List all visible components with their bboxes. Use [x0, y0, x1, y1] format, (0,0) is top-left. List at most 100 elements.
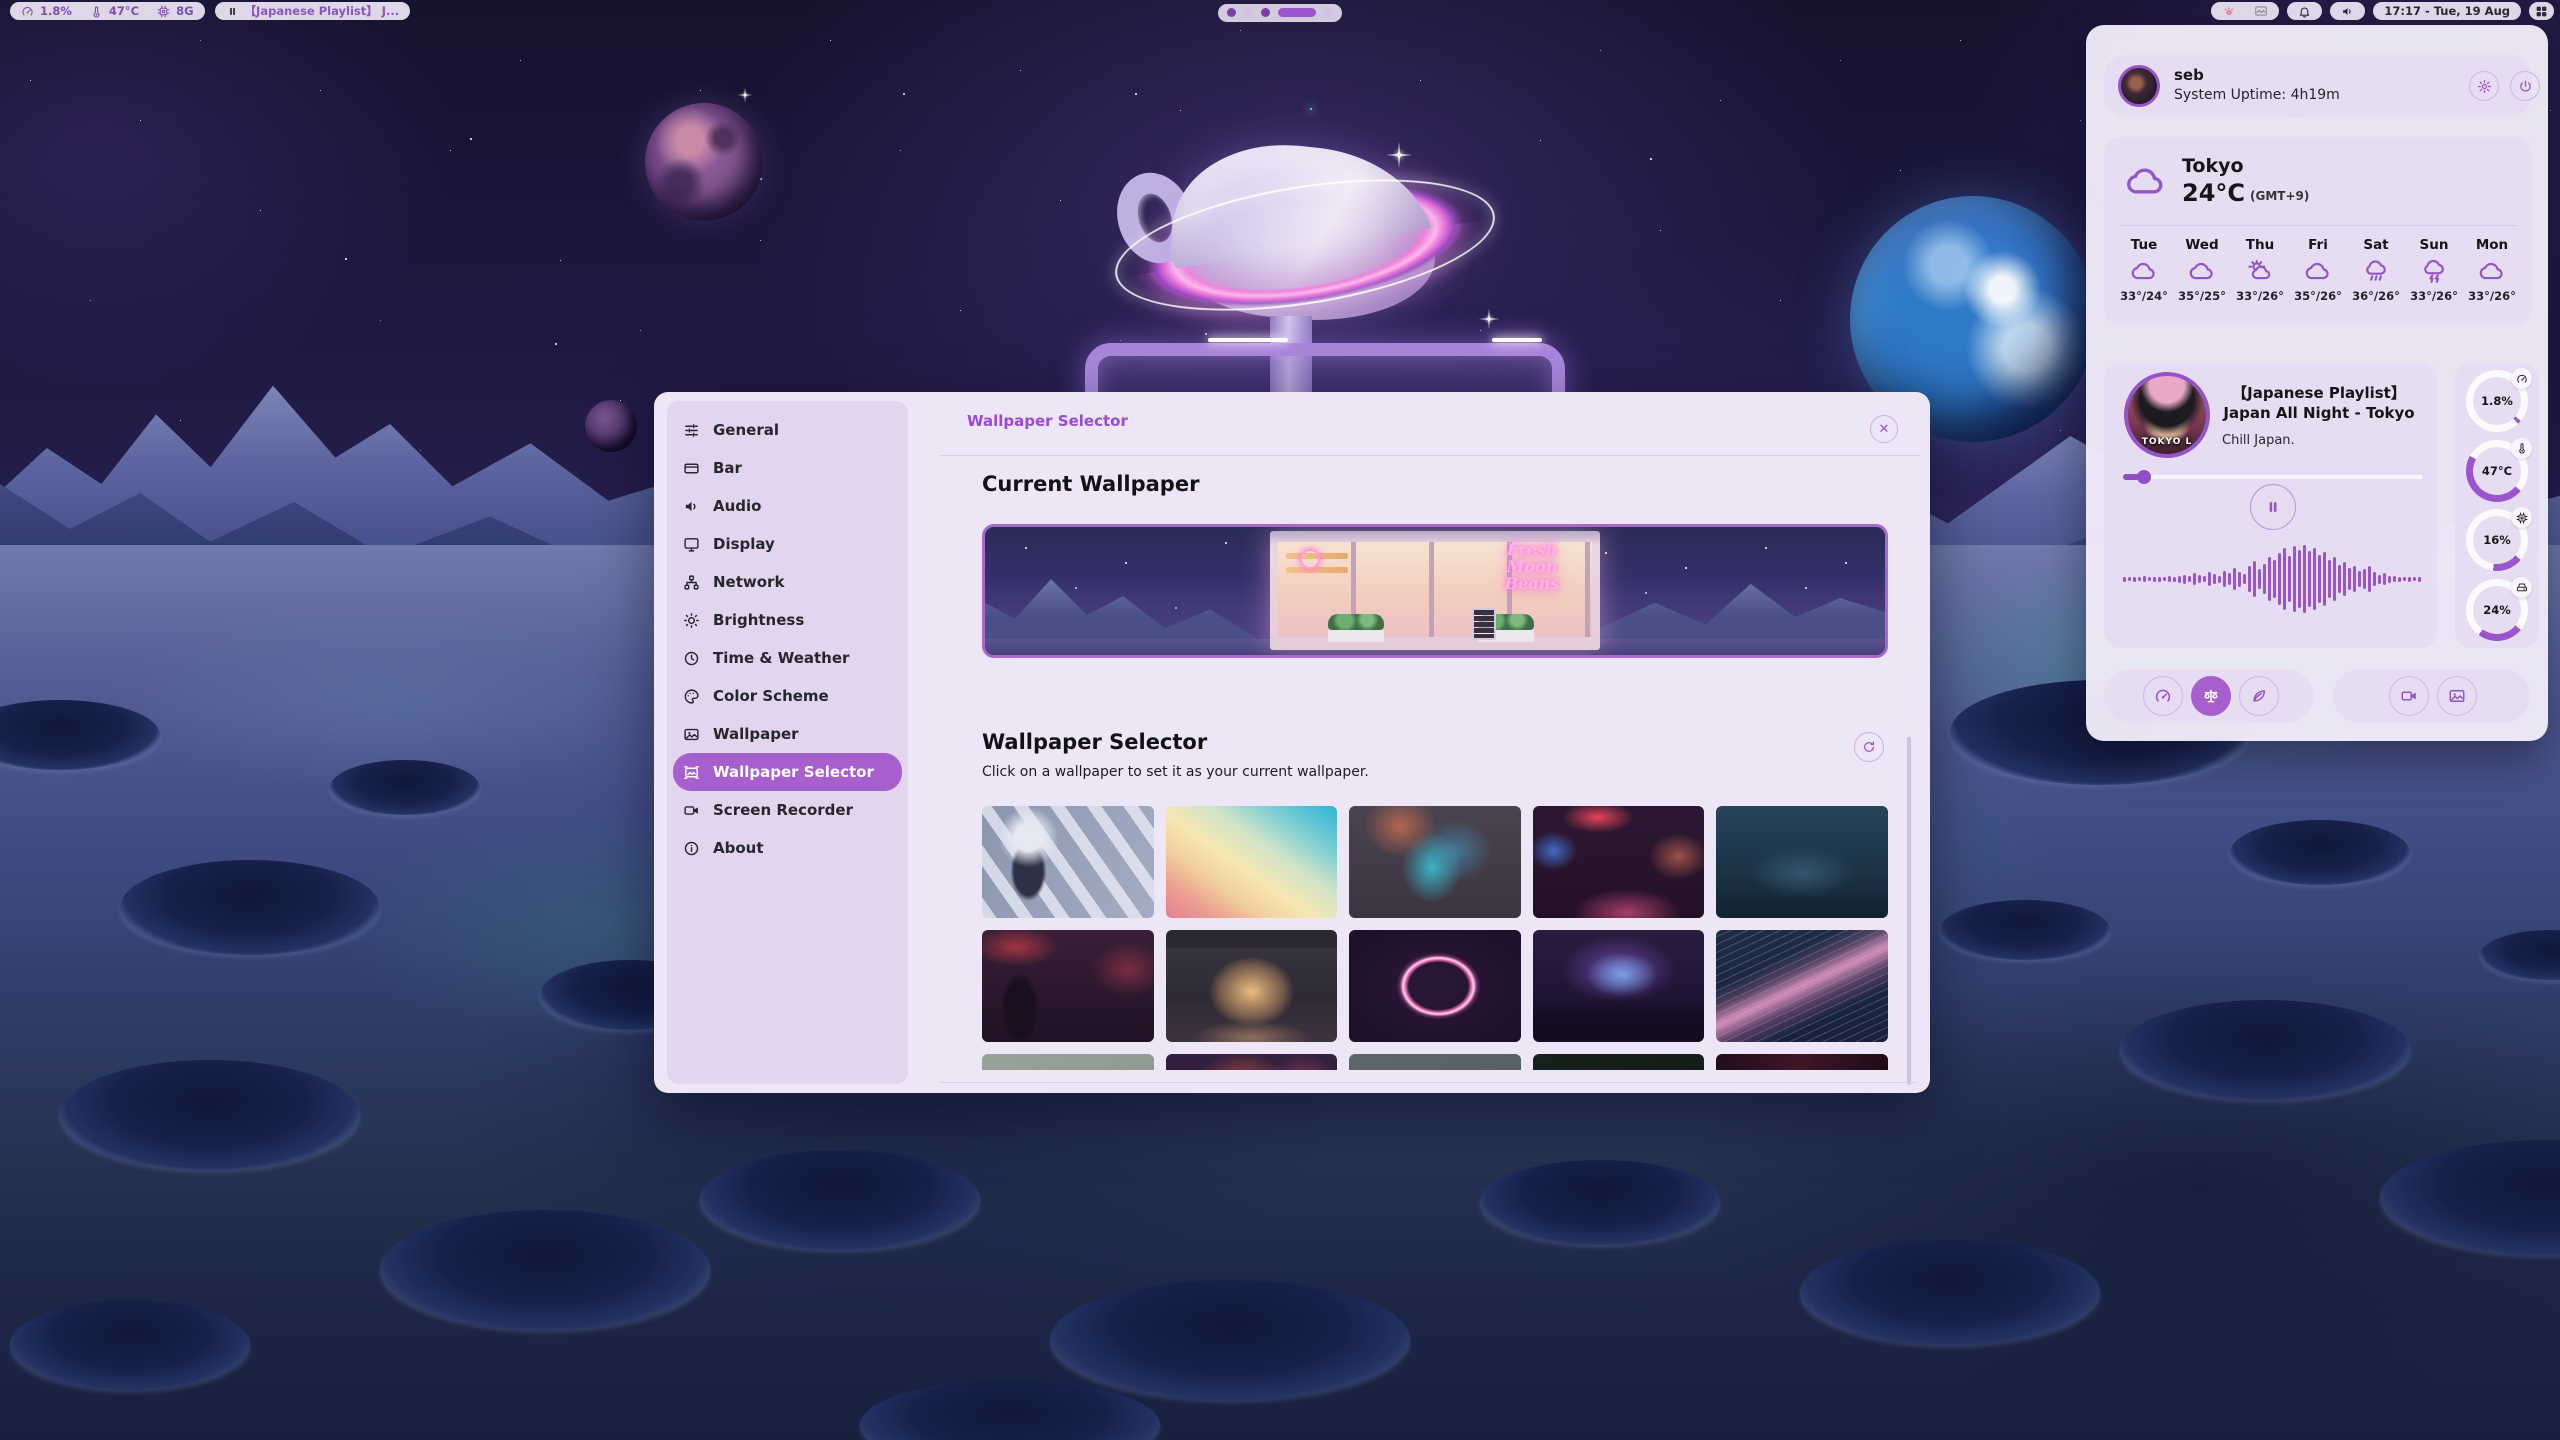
dashboard-panel: seb System Uptime: 4h19m Tokyo 24°C (GMT…: [2086, 25, 2548, 741]
system-uptime: System Uptime: 4h19m: [2174, 87, 2340, 103]
wallpaper-thumb-grey-minimal[interactable]: [1349, 1054, 1521, 1070]
sidebar-item-brightness[interactable]: Brightness: [673, 601, 902, 639]
wallpaper-thumb-snowy-village[interactable]: [1716, 806, 1888, 918]
sidebar-item-color-scheme[interactable]: Color Scheme: [673, 677, 902, 715]
visualizer-bar: [2228, 573, 2231, 585]
visualizer-bar: [2213, 574, 2216, 584]
system-stats-pill[interactable]: 1.8% 47°C 8G: [10, 2, 205, 20]
close-button[interactable]: ✕: [1870, 415, 1898, 443]
visualizer-bar: [2288, 556, 2291, 602]
system-stats-card: 1.8%47°C16%24%: [2455, 363, 2539, 648]
current-wallpaper-preview: Fresh Moon Beans: [982, 524, 1888, 658]
forecast-wed: Wed35°/25°: [2176, 237, 2228, 315]
visualizer-bar: [2323, 552, 2326, 606]
visualizer-bar: [2318, 555, 2321, 603]
sidebar-item-about[interactable]: About: [673, 829, 902, 867]
gauge-tool-button[interactable]: [2143, 676, 2183, 716]
screenshot-button[interactable]: [2437, 676, 2477, 716]
leaf-icon: [2250, 687, 2268, 705]
preview-neon-emblem: [1300, 549, 1320, 569]
visualizer-bar: [2363, 569, 2366, 589]
sidebar-item-display[interactable]: Display: [673, 525, 902, 563]
media-subtitle: Chill Japan.: [2222, 433, 2295, 448]
bar-icon: [683, 460, 700, 477]
leaf-tool-button[interactable]: [2239, 676, 2279, 716]
sidebar-item-audio[interactable]: Audio: [673, 487, 902, 525]
scales-icon: [2202, 687, 2220, 705]
weather-timezone: (GMT+9): [2250, 189, 2309, 203]
desktop: 1.8% 47°C 8G 【Japanese Playlist】 J...: [0, 0, 2560, 1440]
volume-pill[interactable]: [2330, 2, 2365, 20]
workspace-occupied[interactable]: [1261, 8, 1270, 17]
wallpaper-thumb-pastel-gradient[interactable]: [1166, 806, 1338, 918]
sidebar-item-general[interactable]: General: [673, 411, 902, 449]
sidebar-item-network[interactable]: Network: [673, 563, 902, 601]
wallpaper-thumb-sage-field[interactable]: [982, 1054, 1154, 1070]
power-button[interactable]: [2510, 71, 2540, 101]
visualizer-bar: [2238, 572, 2241, 587]
forecast-sun: Sun33°/26°: [2408, 237, 2460, 315]
scrollbar[interactable]: [1907, 737, 1911, 1085]
workspace-empty[interactable]: [1324, 8, 1333, 17]
refresh-button[interactable]: [1854, 732, 1884, 762]
wallpaper-thumb-maroon-haze[interactable]: [1716, 1054, 1888, 1070]
system-tray-pill[interactable]: [2211, 2, 2279, 20]
wallpaper-thumb-nebula-forest[interactable]: [1533, 930, 1705, 1042]
weather-city: Tokyo: [2182, 155, 2244, 177]
crater: [60, 1060, 360, 1170]
media-pill[interactable]: 【Japanese Playlist】 J...: [215, 2, 411, 20]
wallpaper-thumb-wire-mesh[interactable]: [1716, 930, 1888, 1042]
audio-visualizer: [2123, 518, 2423, 640]
stat-ring-16: 16%: [2466, 509, 2528, 571]
tray-app-icon[interactable]: [2222, 4, 2236, 18]
wallpaper-thumb-autumn-grove[interactable]: [1166, 1054, 1338, 1070]
wallpaper-thumb-teal-blur[interactable]: [1349, 806, 1521, 918]
clock-pill[interactable]: 17:17 - Tue, 19 Aug: [2373, 2, 2521, 20]
tray-image-icon[interactable]: [2254, 4, 2268, 18]
dashboard-launcher[interactable]: [2529, 2, 2554, 20]
sidebar-item-bar[interactable]: Bar: [673, 449, 902, 487]
wallpaper-thumb-anime-street[interactable]: [982, 806, 1154, 918]
pause-icon: [2264, 498, 2282, 516]
neon-line: Moon: [1486, 558, 1578, 575]
sidebar-item-time-weather[interactable]: Time & Weather: [673, 639, 902, 677]
media-title: 【Japanese Playlist】 Japan All Night - To…: [2212, 383, 2426, 425]
workspace-empty[interactable]: [1244, 8, 1253, 17]
visualizer-bar: [2343, 562, 2346, 596]
settings-sidebar: GeneralBar Audio DisplayNetworkBrightnessT…: [667, 401, 908, 1084]
sidebar-item-wallpaper[interactable]: Wallpaper: [673, 715, 902, 753]
settings-button[interactable]: [2469, 71, 2499, 101]
forecast-temps: 33°/26°: [2236, 289, 2284, 303]
wallpaper-thumb-magenta-ring[interactable]: [1349, 930, 1521, 1042]
visualizer-bar: [2283, 548, 2286, 610]
suncloud-icon: [2247, 258, 2273, 284]
header-divider: [940, 455, 1920, 456]
brightness-icon: [683, 612, 700, 629]
sidebar-item-label: Audio: [713, 497, 761, 515]
selector-subtitle: Click on a wallpaper to set it as your c…: [982, 764, 1369, 780]
crater: [2230, 820, 2410, 885]
sidebar-item-screen-recorder[interactable]: Screen Recorder: [673, 791, 902, 829]
crater: [330, 760, 480, 815]
wallpaper-thumb-dark-teal[interactable]: [1533, 1054, 1705, 1070]
notifications-pill[interactable]: [2287, 2, 2322, 20]
visualizer-bar: [2198, 575, 2201, 583]
scales-tool-button[interactable]: [2191, 676, 2231, 716]
wallpaper-thumb-arcade-alley[interactable]: [1533, 806, 1705, 918]
workspace-active[interactable]: [1278, 8, 1316, 17]
album-caption: TOKYO L: [2128, 437, 2206, 447]
visualizer-bar: [2348, 568, 2351, 590]
wallpaper-thumb-lofi-coffee-shop[interactable]: [1166, 930, 1338, 1042]
stat-ring-1-8: 1.8%: [2466, 370, 2528, 432]
wallpaper-thumb-crimson-forest[interactable]: [982, 930, 1154, 1042]
screen-record-button[interactable]: [2389, 676, 2429, 716]
sidebar-item-wallpaper-selector[interactable]: Wallpaper Selector: [673, 753, 902, 791]
user-name: seb: [2174, 66, 2204, 84]
audio-icon: [683, 498, 700, 515]
media-progress-thumb[interactable]: [2137, 470, 2151, 484]
workspace-occupied[interactable]: [1227, 8, 1236, 17]
chip-icon: [2516, 512, 2528, 524]
visualizer-bar: [2388, 576, 2391, 583]
media-progress-track[interactable]: [2123, 475, 2423, 479]
crater: [1800, 1240, 2100, 1345]
